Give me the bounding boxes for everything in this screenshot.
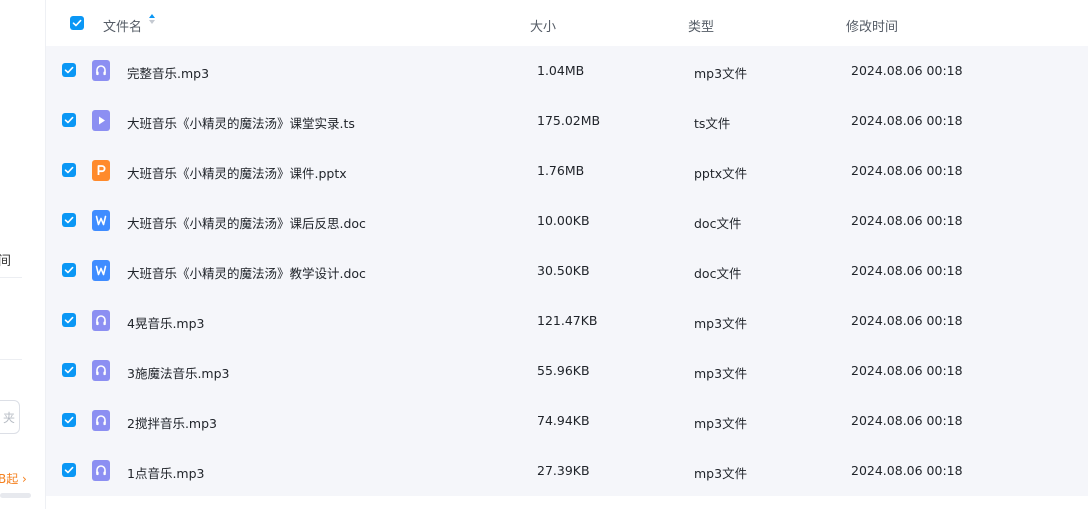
file-modified: 2024.08.06 00:18 [851, 363, 963, 378]
row-checkbox[interactable] [62, 113, 76, 127]
file-modified: 2024.08.06 00:18 [851, 263, 963, 278]
file-list: 完整音乐.mp3 1.04MB mp3文件 2024.08.06 00:18 大… [46, 46, 1088, 496]
audio-file-icon [92, 360, 110, 381]
file-modified: 2024.08.06 00:18 [851, 63, 963, 78]
file-name[interactable]: 大班音乐《小精灵的魔法汤》课件.pptx [127, 163, 347, 182]
file-name[interactable]: 1点音乐.mp3 [127, 463, 205, 482]
new-folder-label: 夹 [3, 411, 16, 425]
file-type: ts文件 [694, 116, 731, 131]
audio-file-icon [92, 310, 110, 331]
sidebar-item-label[interactable]: 间 [0, 250, 11, 269]
file-row[interactable]: 2搅拌音乐.mp3 74.94KB mp3文件 2024.08.06 00:18 [46, 396, 1088, 446]
file-name[interactable]: 3施魔法音乐.mp3 [127, 363, 230, 382]
file-size: 1.76MB [537, 163, 585, 178]
file-type: pptx文件 [694, 166, 748, 181]
file-type: mp3文件 [694, 466, 748, 481]
new-folder-button[interactable]: 夹 [0, 400, 20, 434]
file-size: 10.00KB [537, 213, 590, 228]
column-header-type[interactable]: 类型 [688, 16, 714, 35]
file-modified: 2024.08.06 00:18 [851, 213, 963, 228]
check-icon [64, 366, 74, 374]
audio-file-icon [92, 460, 110, 481]
file-size: 74.94KB [537, 413, 590, 428]
file-size: 175.02MB [537, 113, 601, 128]
file-type: mp3文件 [694, 66, 748, 81]
word-file-icon [92, 210, 110, 231]
file-row[interactable]: 完整音乐.mp3 1.04MB mp3文件 2024.08.06 00:18 [46, 46, 1088, 96]
file-modified: 2024.08.06 00:18 [851, 163, 963, 178]
check-icon [72, 19, 82, 27]
audio-file-icon [92, 410, 110, 431]
row-checkbox[interactable] [62, 163, 76, 177]
sidebar-divider [0, 277, 22, 278]
file-row[interactable]: 1点音乐.mp3 27.39KB mp3文件 2024.08.06 00:18 [46, 446, 1088, 496]
file-type: doc文件 [694, 216, 742, 231]
file-size: 1.04MB [537, 63, 585, 78]
file-row[interactable]: 3施魔法音乐.mp3 55.96KB mp3文件 2024.08.06 00:1… [46, 346, 1088, 396]
file-size: 27.39KB [537, 463, 590, 478]
check-icon [64, 116, 74, 124]
column-header-modified[interactable]: 修改时间 [846, 16, 898, 35]
pptx-file-icon [92, 160, 110, 181]
file-size: 121.47KB [537, 313, 598, 328]
check-icon [64, 416, 74, 424]
audio-file-icon [92, 60, 110, 81]
word-file-icon [92, 260, 110, 281]
file-name[interactable]: 4晃音乐.mp3 [127, 313, 205, 332]
file-size: 30.50KB [537, 263, 590, 278]
row-checkbox[interactable] [62, 213, 76, 227]
storage-upgrade-link[interactable]: B起 › [0, 470, 27, 487]
storage-usage-bar [0, 493, 31, 498]
row-checkbox[interactable] [62, 413, 76, 427]
file-modified: 2024.08.06 00:18 [851, 413, 963, 428]
file-name[interactable]: 大班音乐《小精灵的魔法汤》课堂实录.ts [127, 113, 355, 132]
file-type: doc文件 [694, 266, 742, 281]
file-type: mp3文件 [694, 366, 748, 381]
row-checkbox[interactable] [62, 363, 76, 377]
check-icon [64, 166, 74, 174]
check-icon [64, 466, 74, 474]
file-row[interactable]: 大班音乐《小精灵的魔法汤》课件.pptx 1.76MB pptx文件 2024.… [46, 146, 1088, 196]
file-list-header: 文件名 大小 类型 修改时间 [46, 0, 1088, 46]
file-name[interactable]: 大班音乐《小精灵的魔法汤》课后反思.doc [127, 213, 366, 232]
select-all-checkbox[interactable] [70, 16, 84, 30]
column-header-size[interactable]: 大小 [530, 16, 556, 35]
file-row[interactable]: 大班音乐《小精灵的魔法汤》教学设计.doc 30.50KB doc文件 2024… [46, 246, 1088, 296]
check-icon [64, 216, 74, 224]
check-icon [64, 266, 74, 274]
file-name[interactable]: 大班音乐《小精灵的魔法汤》教学设计.doc [127, 263, 366, 282]
check-icon [64, 66, 74, 74]
file-type: mp3文件 [694, 416, 748, 431]
check-icon [64, 316, 74, 324]
file-size: 55.96KB [537, 363, 590, 378]
file-row[interactable]: 4晃音乐.mp3 121.47KB mp3文件 2024.08.06 00:18 [46, 296, 1088, 346]
video-file-icon [92, 110, 110, 131]
file-name[interactable]: 完整音乐.mp3 [127, 63, 209, 82]
row-checkbox[interactable] [62, 263, 76, 277]
sidebar: 间 夹 B起 › [0, 0, 46, 509]
sidebar-divider [0, 359, 22, 360]
file-type: mp3文件 [694, 316, 748, 331]
file-name[interactable]: 2搅拌音乐.mp3 [127, 413, 217, 432]
file-modified: 2024.08.06 00:18 [851, 113, 963, 128]
file-row[interactable]: 大班音乐《小精灵的魔法汤》课堂实录.ts 175.02MB ts文件 2024.… [46, 96, 1088, 146]
file-modified: 2024.08.06 00:18 [851, 463, 963, 478]
file-modified: 2024.08.06 00:18 [851, 313, 963, 328]
row-checkbox[interactable] [62, 463, 76, 477]
column-header-name[interactable]: 文件名 [103, 16, 142, 35]
row-checkbox[interactable] [62, 313, 76, 327]
row-checkbox[interactable] [62, 63, 76, 77]
file-row[interactable]: 大班音乐《小精灵的魔法汤》课后反思.doc 10.00KB doc文件 2024… [46, 196, 1088, 246]
sort-icon[interactable] [149, 14, 155, 24]
